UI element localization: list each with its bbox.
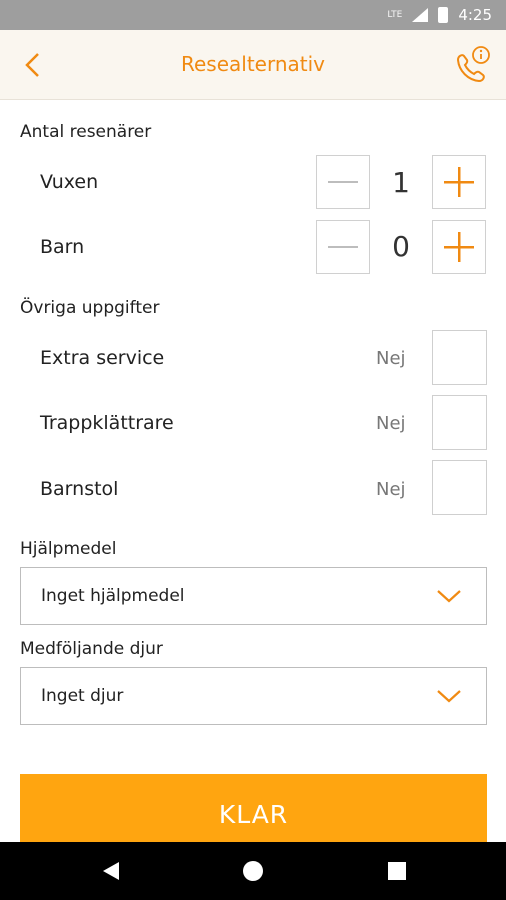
- child-seat-checkbox[interactable]: [432, 460, 487, 515]
- adult-increase-button[interactable]: [432, 155, 486, 209]
- animal-selected-value: Inget djur: [41, 686, 124, 706]
- phone-info-icon[interactable]: [452, 44, 492, 84]
- extra-service-label: Extra service: [40, 347, 165, 369]
- minus-icon: [328, 246, 358, 248]
- chevron-down-icon: [437, 590, 461, 603]
- page-title: Resealternativ: [180, 52, 326, 76]
- nav-recents-icon[interactable]: [385, 859, 409, 883]
- child-increase-button[interactable]: [432, 220, 486, 274]
- network-type: LTE: [387, 10, 403, 20]
- child-decrease-button[interactable]: [316, 220, 370, 274]
- adult-count: 1: [392, 166, 410, 199]
- child-count: 0: [392, 230, 410, 263]
- aid-selected-value: Inget hjälpmedel: [41, 586, 185, 606]
- clock: 4:25: [458, 6, 492, 24]
- plus-icon: [444, 167, 474, 197]
- child-seat-label: Barnstol: [40, 478, 119, 500]
- minus-icon: [328, 181, 358, 183]
- adult-decrease-button[interactable]: [316, 155, 370, 209]
- other-section-label: Övriga uppgifter: [20, 298, 160, 318]
- signal-icon: [412, 8, 429, 22]
- aid-label: Hjälpmedel: [20, 539, 117, 559]
- child-seat-value: Nej: [376, 479, 406, 500]
- passengers-section-label: Antal resenärer: [20, 122, 152, 142]
- adult-label: Vuxen: [40, 171, 99, 193]
- nav-home-icon[interactable]: [241, 859, 265, 883]
- app-bar: Resealternativ: [0, 30, 506, 100]
- stair-climber-label: Trappklättrare: [40, 412, 174, 434]
- child-label: Barn: [40, 236, 85, 258]
- navigation-bar: [0, 842, 506, 900]
- extra-service-value: Nej: [376, 348, 406, 369]
- chevron-down-icon: [437, 690, 461, 703]
- nav-back-icon[interactable]: [99, 859, 123, 883]
- plus-icon: [444, 232, 474, 262]
- aid-select[interactable]: Inget hjälpmedel: [20, 567, 487, 625]
- animal-select[interactable]: Inget djur: [20, 667, 487, 725]
- animal-label: Medföljande djur: [20, 639, 163, 659]
- stair-climber-value: Nej: [376, 413, 406, 434]
- battery-icon: [438, 7, 449, 23]
- extra-service-checkbox[interactable]: [432, 330, 487, 385]
- stair-climber-checkbox[interactable]: [432, 395, 487, 450]
- status-bar: LTE 4:25: [0, 0, 506, 30]
